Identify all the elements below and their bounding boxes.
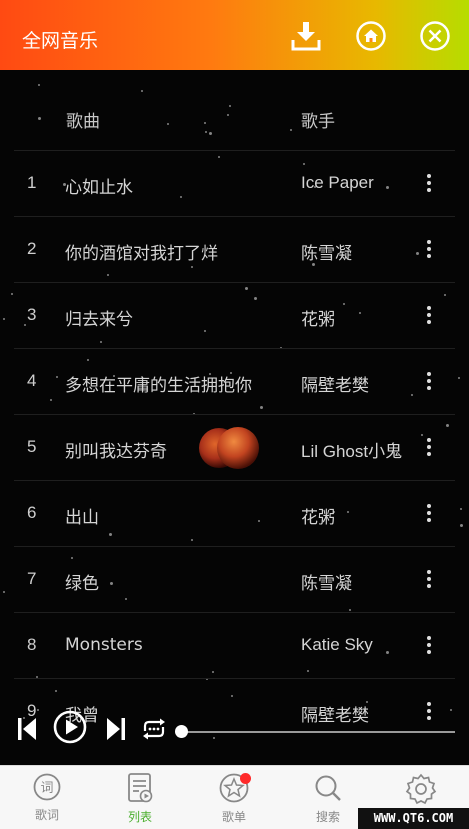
svg-text:词: 词: [40, 781, 53, 796]
artist-name: 陈雪凝: [301, 574, 352, 593]
tab-playlist[interactable]: 歌单: [199, 772, 269, 829]
home-button[interactable]: [355, 20, 387, 52]
track-number: 3: [27, 305, 37, 324]
song-title: 绿色: [65, 574, 99, 594]
star: [460, 508, 462, 510]
column-header-artist: 歌手: [301, 112, 335, 132]
song-title: Monsters: [65, 635, 143, 655]
list-icon: [128, 773, 153, 803]
artist-name: 花粥: [301, 310, 335, 329]
artist-name: Lil Ghost小鬼: [301, 442, 403, 461]
tab-playlist-label: 歌单: [221, 810, 246, 824]
artist-name: 花粥: [301, 508, 335, 527]
star: [209, 132, 212, 135]
star: [205, 131, 207, 133]
artist-name: 隔壁老樊: [301, 376, 369, 395]
app-title: 全网音乐: [22, 30, 99, 52]
previous-icon[interactable]: [16, 716, 38, 742]
download-icon: [291, 22, 321, 51]
star: [38, 84, 40, 86]
tab-search[interactable]: 搜索: [293, 772, 363, 829]
artist-name: 陈雪凝: [301, 244, 352, 263]
track-number: 7: [27, 569, 37, 588]
tab-search-label: 搜索: [315, 810, 340, 824]
song-title: 出山: [65, 508, 99, 528]
song-title: 多想在平庸的生活拥抱你: [65, 376, 252, 396]
table-row[interactable]: 2 你的酒馆对我打了烊 陈雪凝: [14, 216, 455, 282]
progress-thumb[interactable]: [175, 725, 188, 738]
watermark: WWW.QT6.COM: [358, 808, 469, 829]
star: [3, 591, 5, 593]
more-options-icon[interactable]: [419, 633, 439, 659]
player-bar: [0, 700, 469, 760]
more-options-icon[interactable]: [419, 567, 439, 593]
star: [141, 90, 143, 92]
lyrics-icon: 词: [33, 773, 61, 801]
song-title: 心如止水: [65, 178, 133, 198]
more-options-icon[interactable]: [419, 171, 439, 197]
home-icon: [356, 21, 386, 51]
more-options-icon[interactable]: [419, 303, 439, 329]
eclipse-moon-image: [199, 427, 259, 469]
star: [11, 293, 13, 295]
table-row[interactable]: 1 心如止水 Ice Paper: [14, 150, 455, 216]
play-icon[interactable]: [53, 710, 87, 744]
star: [227, 114, 229, 116]
app-header: 全网音乐: [0, 0, 469, 70]
more-options-icon[interactable]: [419, 501, 439, 527]
download-button[interactable]: [290, 20, 322, 52]
close-button[interactable]: [419, 20, 451, 52]
artist-name: Ice Paper: [301, 173, 374, 192]
table-row[interactable]: 6 出山 花粥: [14, 480, 455, 546]
song-title: 归去来兮: [65, 310, 133, 330]
star: [3, 318, 5, 320]
track-number: 5: [27, 437, 37, 456]
star: [38, 117, 41, 120]
more-options-icon[interactable]: [419, 369, 439, 395]
column-header-song: 歌曲: [66, 112, 100, 132]
star: [460, 524, 463, 527]
track-number: 6: [27, 503, 37, 522]
track-number: 2: [27, 239, 37, 258]
star: [167, 123, 169, 125]
tab-list[interactable]: 列表: [105, 772, 175, 829]
star: [229, 105, 231, 107]
star: [458, 377, 460, 379]
track-number: 4: [27, 371, 37, 390]
gear-icon: [405, 773, 437, 805]
loop-icon[interactable]: [140, 717, 168, 741]
song-title: 你的酒馆对我打了烊: [65, 244, 218, 264]
more-options-icon[interactable]: [419, 237, 439, 263]
table-row[interactable]: 4 多想在平庸的生活拥抱你 隔壁老樊: [14, 348, 455, 414]
table-row[interactable]: 8 Monsters Katie Sky: [14, 612, 455, 678]
track-number: 8: [27, 635, 37, 654]
close-icon: [420, 21, 450, 51]
star: [290, 129, 292, 131]
more-options-icon[interactable]: [419, 435, 439, 461]
star: [204, 122, 206, 124]
next-icon[interactable]: [105, 716, 127, 742]
table-row[interactable]: 7 绿色 陈雪凝: [14, 546, 455, 612]
progress-track[interactable]: [181, 731, 455, 733]
artist-name: Katie Sky: [301, 635, 373, 654]
tab-lyrics[interactable]: 词 歌词: [12, 772, 82, 829]
table-row[interactable]: 3 归去来兮 花粥: [14, 282, 455, 348]
search-icon: [315, 775, 341, 801]
track-number: 1: [27, 173, 37, 192]
tab-list-label: 列表: [127, 810, 152, 824]
song-title: 别叫我达芬奇: [65, 442, 167, 462]
playlist-badge: [240, 773, 251, 784]
tab-lyrics-label: 歌词: [34, 808, 59, 822]
